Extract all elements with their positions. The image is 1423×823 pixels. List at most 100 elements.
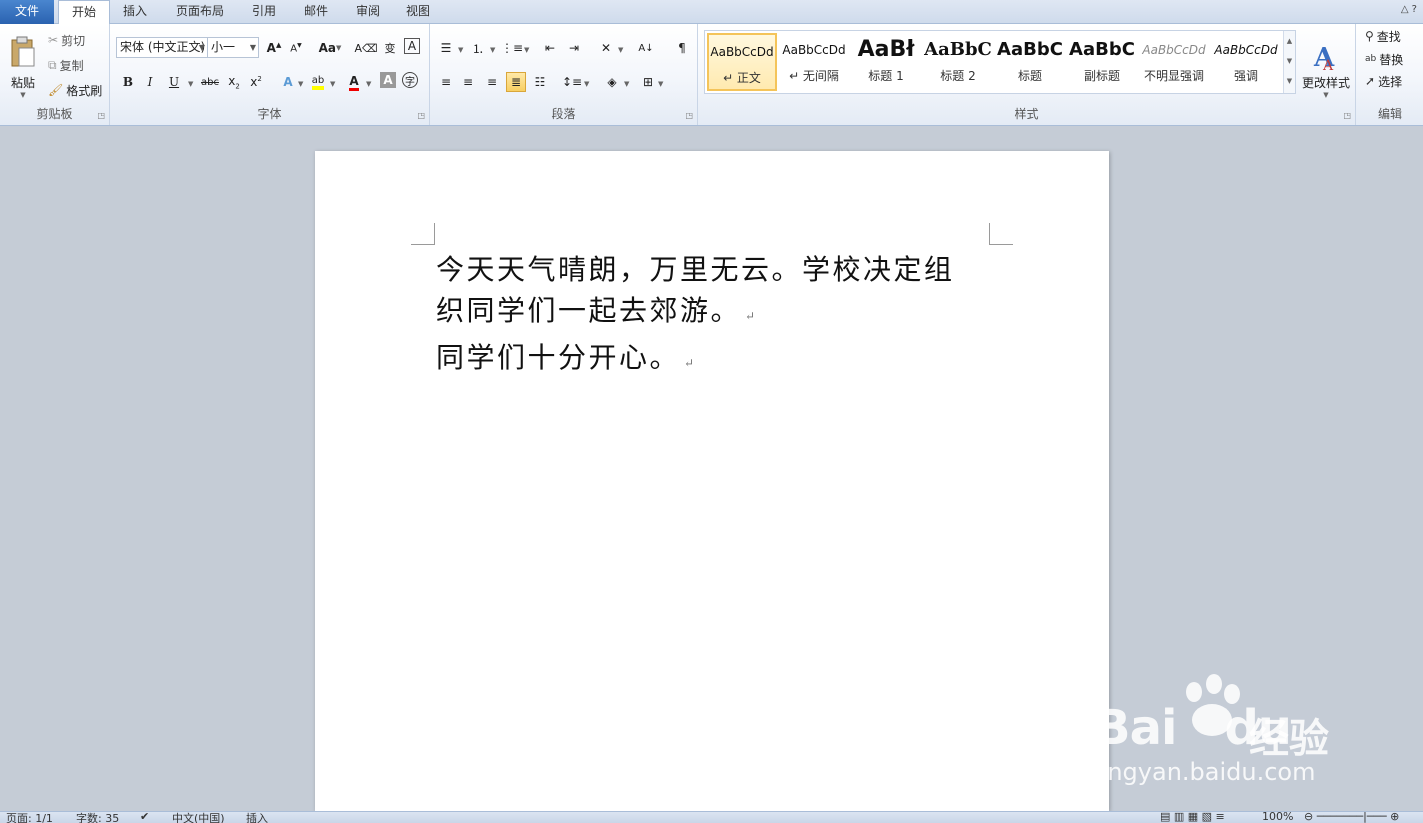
distributed-button[interactable]: ☷ <box>530 72 550 92</box>
text-effects-dropdown-icon[interactable]: ▼ <box>298 80 303 88</box>
superscript-button[interactable]: x2 <box>246 72 266 92</box>
bold-button[interactable]: B <box>118 72 138 92</box>
paste-dropdown-icon[interactable]: ▼ <box>20 91 25 99</box>
style-heading-1[interactable]: AaBł 标题 1 <box>851 33 921 91</box>
phonetic-guide-button[interactable]: 变 <box>380 38 400 58</box>
tab-insert[interactable]: 插入 <box>112 0 158 24</box>
character-shading-button[interactable]: A <box>380 72 396 88</box>
style-subtle-emphasis[interactable]: AaBbCcDd 不明显强调 <box>1139 33 1209 91</box>
style-normal[interactable]: AaBbCcDd ↵ 正文 <box>707 33 777 91</box>
font-color-dropdown-icon[interactable]: ▼ <box>366 80 371 88</box>
subscript-icon: x2 <box>228 73 240 91</box>
italic-button[interactable]: I <box>140 72 160 92</box>
cut-label: 剪切 <box>61 33 86 48</box>
justify-icon: ≣ <box>510 75 522 89</box>
clipboard-group: 粘贴 ▼ ✂ 剪切 ⧉ 复制 🖌 格式刷 剪贴板 ◳ <box>0 24 110 125</box>
line-spacing-button[interactable]: ↕≡ <box>562 72 582 92</box>
style-emphasis[interactable]: AaBbCcDd 强调 <box>1211 33 1281 91</box>
justify-button[interactable]: ≣ <box>506 72 526 92</box>
multilevel-dropdown-icon[interactable]: ▼ <box>524 46 529 54</box>
sort-button[interactable]: A↓ <box>636 38 656 58</box>
status-words[interactable]: 字数: 35 <box>76 810 119 823</box>
font-launcher-icon[interactable]: ◳ <box>417 111 425 120</box>
chinese-layout-button[interactable]: ✕ <box>596 38 616 58</box>
shading-button[interactable]: ◈ <box>602 72 622 92</box>
line-spacing-icon: ↕≡ <box>561 75 583 89</box>
chevron-down-icon[interactable]: ▼ <box>1284 51 1295 71</box>
font-name-combo[interactable]: 宋体 (中文正文) ▼ <box>116 37 208 58</box>
ribbon-minimize-icon[interactable]: △ ? <box>1401 4 1417 15</box>
tab-view[interactable]: 视图 <box>396 0 440 24</box>
tab-review[interactable]: 审阅 <box>346 0 390 24</box>
copy-button[interactable]: ⧉ 复制 <box>48 55 84 75</box>
scissors-icon: ✂ <box>48 33 59 47</box>
font-size-combo[interactable]: 小一 ▼ <box>207 37 259 58</box>
bullets-button[interactable]: ☰ <box>436 38 456 58</box>
decrease-indent-button[interactable]: ⇤ <box>540 38 560 58</box>
style-subtitle[interactable]: AaBbC 副标题 <box>1067 33 1137 91</box>
select-button[interactable]: ➚ 选择 <box>1365 71 1402 91</box>
align-left-button[interactable]: ≡ <box>436 72 456 92</box>
character-border-button[interactable]: A <box>404 38 420 54</box>
grow-font-button[interactable]: A▲ <box>264 38 284 58</box>
paste-button[interactable]: 粘贴 ▼ <box>4 30 42 104</box>
gallery-scrollbar[interactable]: ▲ ▼ ▼ <box>1283 31 1295 93</box>
format-painter-button[interactable]: 🖌 格式刷 <box>48 80 102 100</box>
status-mode[interactable]: 插入 <box>246 810 268 823</box>
bullets-dropdown-icon[interactable]: ▼ <box>458 46 463 54</box>
copy-label: 复制 <box>59 58 84 73</box>
status-zoom[interactable]: 100% <box>1262 810 1293 823</box>
underline-dropdown-icon[interactable]: ▼ <box>188 80 193 88</box>
shading-dropdown-icon[interactable]: ▼ <box>624 80 629 88</box>
increase-indent-button[interactable]: ⇥ <box>564 38 584 58</box>
replace-button[interactable]: ab 替换 <box>1365 49 1403 69</box>
numbering-button[interactable]: ⒈ <box>468 38 488 58</box>
tab-home[interactable]: 开始 <box>58 0 110 25</box>
style-heading-2[interactable]: AaBbC 标题 2 <box>923 33 993 91</box>
font-color-button[interactable]: A <box>344 72 364 92</box>
chevron-up-icon[interactable]: ▲ <box>1284 31 1295 51</box>
paragraph-launcher-icon[interactable]: ◳ <box>685 111 693 120</box>
find-button[interactable]: ⚲ 查找 <box>1365 26 1401 46</box>
text-effects-icon: A <box>283 75 293 89</box>
tab-references[interactable]: 引用 <box>242 0 286 24</box>
cut-button[interactable]: ✂ 剪切 <box>48 30 85 50</box>
underline-button[interactable]: U <box>164 72 184 92</box>
align-right-button[interactable]: ≡ <box>482 72 502 92</box>
strikethrough-button[interactable]: abc <box>198 72 222 92</box>
proofing-icon[interactable]: ✔ <box>140 810 149 823</box>
tab-file[interactable]: 文件 <box>0 0 54 24</box>
tab-page-layout[interactable]: 页面布局 <box>164 0 236 24</box>
status-language[interactable]: 中文(中国) <box>172 810 225 823</box>
show-marks-button[interactable]: ¶ <box>672 38 692 58</box>
styles-launcher-icon[interactable]: ◳ <box>1343 111 1351 120</box>
status-page[interactable]: 页面: 1/1 <box>6 810 53 823</box>
document-page[interactable]: 今天天气晴朗，万里无云。学校决定组 织同学们一起去郊游。 ↵ 同学们十分开心。 ↵ <box>315 151 1109 811</box>
clipboard-launcher-icon[interactable]: ◳ <box>97 111 105 120</box>
change-styles-button[interactable]: A A 更改样式 ▼ <box>1298 30 1354 110</box>
more-styles-icon[interactable]: ▼ <box>1284 71 1295 91</box>
align-center-button[interactable]: ≡ <box>458 72 478 92</box>
clear-formatting-button[interactable]: A⌫ <box>354 38 377 58</box>
multilevel-list-button[interactable]: ⋮≡ <box>501 38 523 58</box>
highlight-dropdown-icon[interactable]: ▼ <box>330 80 335 88</box>
style-no-spacing[interactable]: AaBbCcDd ↵ 无间隔 <box>779 33 849 91</box>
zoom-slider[interactable]: ⊖ ───────|─── ⊕ <box>1304 810 1399 823</box>
numbering-dropdown-icon[interactable]: ▼ <box>490 46 495 54</box>
chinese-layout-dropdown-icon[interactable]: ▼ <box>618 46 623 54</box>
text-effects-button[interactable]: A <box>278 72 298 92</box>
enclose-characters-button[interactable]: 字 <box>402 72 418 88</box>
line-spacing-dropdown-icon[interactable]: ▼ <box>584 80 589 88</box>
tab-mailings[interactable]: 邮件 <box>294 0 338 24</box>
change-case-button[interactable]: Aa ▼ <box>316 38 344 58</box>
shrink-font-button[interactable]: A▼ <box>286 38 306 58</box>
view-buttons-icon[interactable]: ▤ ▥ ▦ ▧ ≡ <box>1160 810 1225 823</box>
document-body[interactable]: 今天天气晴朗，万里无云。学校决定组 织同学们一起去郊游。 ↵ 同学们十分开心。 ↵ <box>436 249 996 384</box>
subscript-button[interactable]: x2 <box>224 72 244 92</box>
borders-button[interactable]: ⊞ <box>638 72 658 92</box>
style-name: 不明显强调 <box>1143 69 1204 83</box>
highlight-button[interactable]: ab <box>308 72 328 92</box>
style-title[interactable]: AaBbC 标题 <box>995 33 1065 91</box>
increase-indent-icon: ⇥ <box>568 41 580 55</box>
borders-dropdown-icon[interactable]: ▼ <box>658 80 663 88</box>
